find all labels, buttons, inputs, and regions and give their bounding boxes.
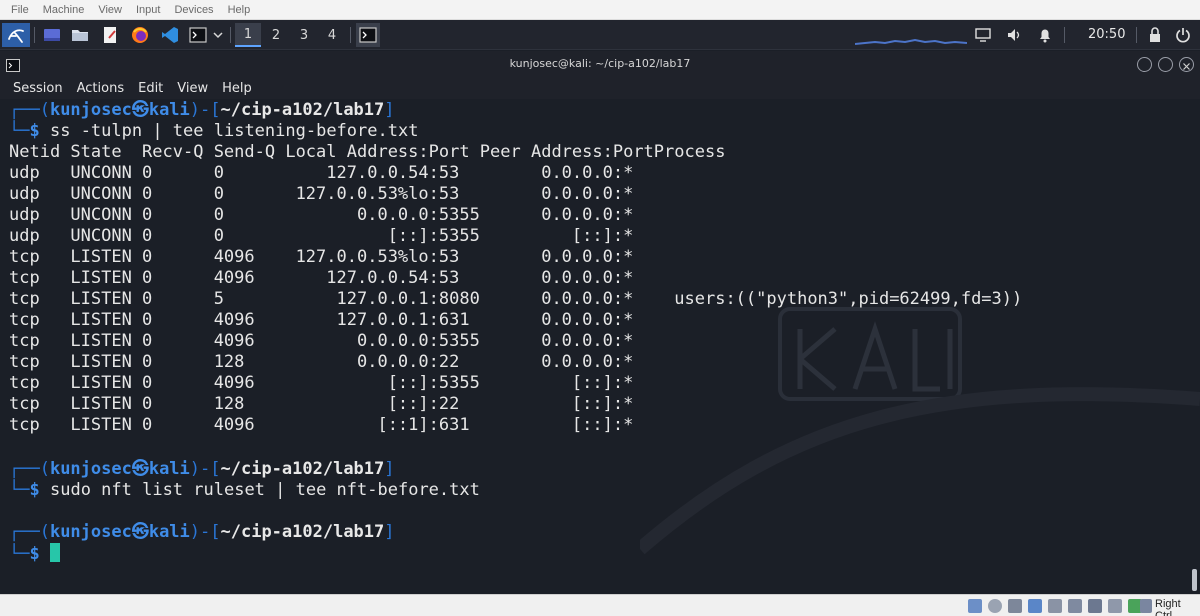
lock-icon[interactable] <box>1144 23 1166 47</box>
prompt-line-top: ┌──(kunjosec㉿kali)-[~/cip-a102/lab17] <box>9 522 395 542</box>
prompt-user-host: kunjosec㉿kali <box>49 522 190 542</box>
terminal-cursor <box>49 543 60 562</box>
prompt-line-top: ┌──(kunjosec㉿kali)-[~/cip-a102/lab17] <box>9 459 395 479</box>
vbox-menu-devices[interactable]: Devices <box>167 4 220 16</box>
output-row: tcp LISTEN 0 4096 127.0.0.53%lo:53 0.0.0… <box>9 247 634 267</box>
output-row: udp UNCONN 0 0 [::]:5355 [::]:* <box>9 226 634 246</box>
vbox-menu-help[interactable]: Help <box>221 4 258 16</box>
terminal-task-icon[interactable] <box>356 23 380 47</box>
output-row: tcp LISTEN 0 4096 127.0.0.1:631 0.0.0.0:… <box>9 310 634 330</box>
workspace-1[interactable]: 1 <box>235 23 261 47</box>
terminal-output-area[interactable]: ┌──(kunjosec㉿kali)-[~/cip-a102/lab17] └─… <box>0 99 1200 594</box>
terminal-icon[interactable] <box>186 23 210 47</box>
usb-icon[interactable] <box>1048 599 1062 613</box>
prompt-user-host: kunjosec㉿kali <box>49 100 190 120</box>
power-icon[interactable] <box>1172 23 1194 47</box>
output-row: udp UNCONN 0 0 127.0.0.53%lo:53 0.0.0.0:… <box>9 184 634 204</box>
optical-drive-icon[interactable] <box>988 599 1002 613</box>
output-row: tcp LISTEN 0 128 0.0.0.0:22 0.0.0.0:* <box>9 352 634 372</box>
recording-icon[interactable] <box>1108 599 1122 613</box>
display-status-icon[interactable] <box>1088 599 1102 613</box>
terminal-menu-bar: Session Actions Edit View Help <box>0 77 1200 99</box>
output-row: udp UNCONN 0 0 0.0.0.0:5355 0.0.0.0:* <box>9 205 634 225</box>
prompt-line-top: ┌──(kunjosec㉿kali)-[~/cip-a102/lab17] <box>9 100 395 120</box>
kali-watermark-icon <box>640 307 1200 555</box>
command-text: ss -tulpn | tee listening-before.txt <box>49 121 419 141</box>
text-editor-icon[interactable] <box>98 23 122 47</box>
workspace-4[interactable]: 4 <box>319 23 345 47</box>
vbox-status-bar: Right Ctrl <box>0 594 1200 616</box>
command-text: sudo nft list ruleset | tee nft-before.t… <box>49 480 480 500</box>
menu-view[interactable]: View <box>170 81 215 96</box>
output-row: tcp LISTEN 0 4096 0.0.0.0:5355 0.0.0.0:* <box>9 331 634 351</box>
close-icon <box>1183 63 1190 70</box>
command-line-active[interactable]: └─$ <box>9 543 60 564</box>
vscode-icon[interactable] <box>158 23 182 47</box>
menu-edit[interactable]: Edit <box>131 81 170 96</box>
network-graph <box>854 25 968 45</box>
terminal-scrollbar[interactable] <box>1192 569 1197 591</box>
audio-icon[interactable] <box>1008 599 1022 613</box>
workspace-2[interactable]: 2 <box>263 23 289 47</box>
host-key-label: Right Ctrl <box>1155 598 1181 616</box>
workspace-3[interactable]: 3 <box>291 23 317 47</box>
chevron-down-icon[interactable] <box>210 23 226 47</box>
maximize-button[interactable] <box>1158 57 1173 72</box>
mouse-integration-icon[interactable] <box>1140 599 1152 613</box>
prompt-user-host: kunjosec㉿kali <box>49 459 190 479</box>
output-row: udp UNCONN 0 0 127.0.0.54:53 0.0.0.0:* <box>9 163 634 183</box>
file-manager-icon[interactable] <box>68 23 92 47</box>
kali-menu-icon[interactable] <box>2 23 30 47</box>
terminal-window-title: kunjosec@kali: ~/cip-a102/lab17 <box>509 57 691 70</box>
desktop-icon[interactable] <box>40 23 64 47</box>
output-row: tcp LISTEN 0 4096 [::]:5355 [::]:* <box>9 373 634 393</box>
command-line: └─$ sudo nft list ruleset | tee nft-befo… <box>9 480 480 500</box>
vbox-menu-view[interactable]: View <box>91 4 129 16</box>
hard-disk-icon[interactable] <box>968 599 982 613</box>
command-line: └─$ ss -tulpn | tee listening-before.txt <box>9 121 419 141</box>
output-row: tcp LISTEN 0 128 [::]:22 [::]:* <box>9 394 634 414</box>
prompt-path: ~/cip-a102/lab17 <box>220 522 385 542</box>
minimize-button[interactable] <box>1137 57 1152 72</box>
volume-icon[interactable] <box>1004 23 1026 47</box>
vbox-menu-file[interactable]: File <box>4 4 36 16</box>
terminal-titlebar[interactable]: kunjosec@kali: ~/cip-a102/lab17 <box>0 51 1200 77</box>
output-header: Netid State Recv-Q Send-Q Local Address:… <box>9 142 726 162</box>
display-icon[interactable] <box>972 23 994 47</box>
menu-help[interactable]: Help <box>215 81 259 96</box>
shared-folders-icon[interactable] <box>1068 599 1082 613</box>
menu-session[interactable]: Session <box>6 81 70 96</box>
vbox-menu-input[interactable]: Input <box>129 4 167 16</box>
top-panel: 1 2 3 4 20:50 <box>0 20 1200 50</box>
prompt-path: ~/cip-a102/lab17 <box>220 100 385 120</box>
vbox-menu-machine[interactable]: Machine <box>36 4 92 16</box>
firefox-icon[interactable] <box>128 23 152 47</box>
output-row: tcp LISTEN 0 4096 127.0.0.54:53 0.0.0.0:… <box>9 268 634 288</box>
output-row: tcp LISTEN 0 4096 [::1]:631 [::]:* <box>9 415 634 435</box>
panel-clock[interactable]: 20:50 <box>1088 23 1125 47</box>
vbox-menu-bar: File Machine View Input Devices Help <box>0 0 1200 20</box>
output-row: tcp LISTEN 0 5 127.0.0.1:8080 0.0.0.0:* … <box>9 289 1023 309</box>
close-button[interactable] <box>1179 57 1194 72</box>
network-adapter-icon[interactable] <box>1028 599 1042 613</box>
prompt-path: ~/cip-a102/lab17 <box>220 459 385 479</box>
notification-bell-icon[interactable] <box>1034 23 1056 47</box>
menu-actions[interactable]: Actions <box>70 81 132 96</box>
